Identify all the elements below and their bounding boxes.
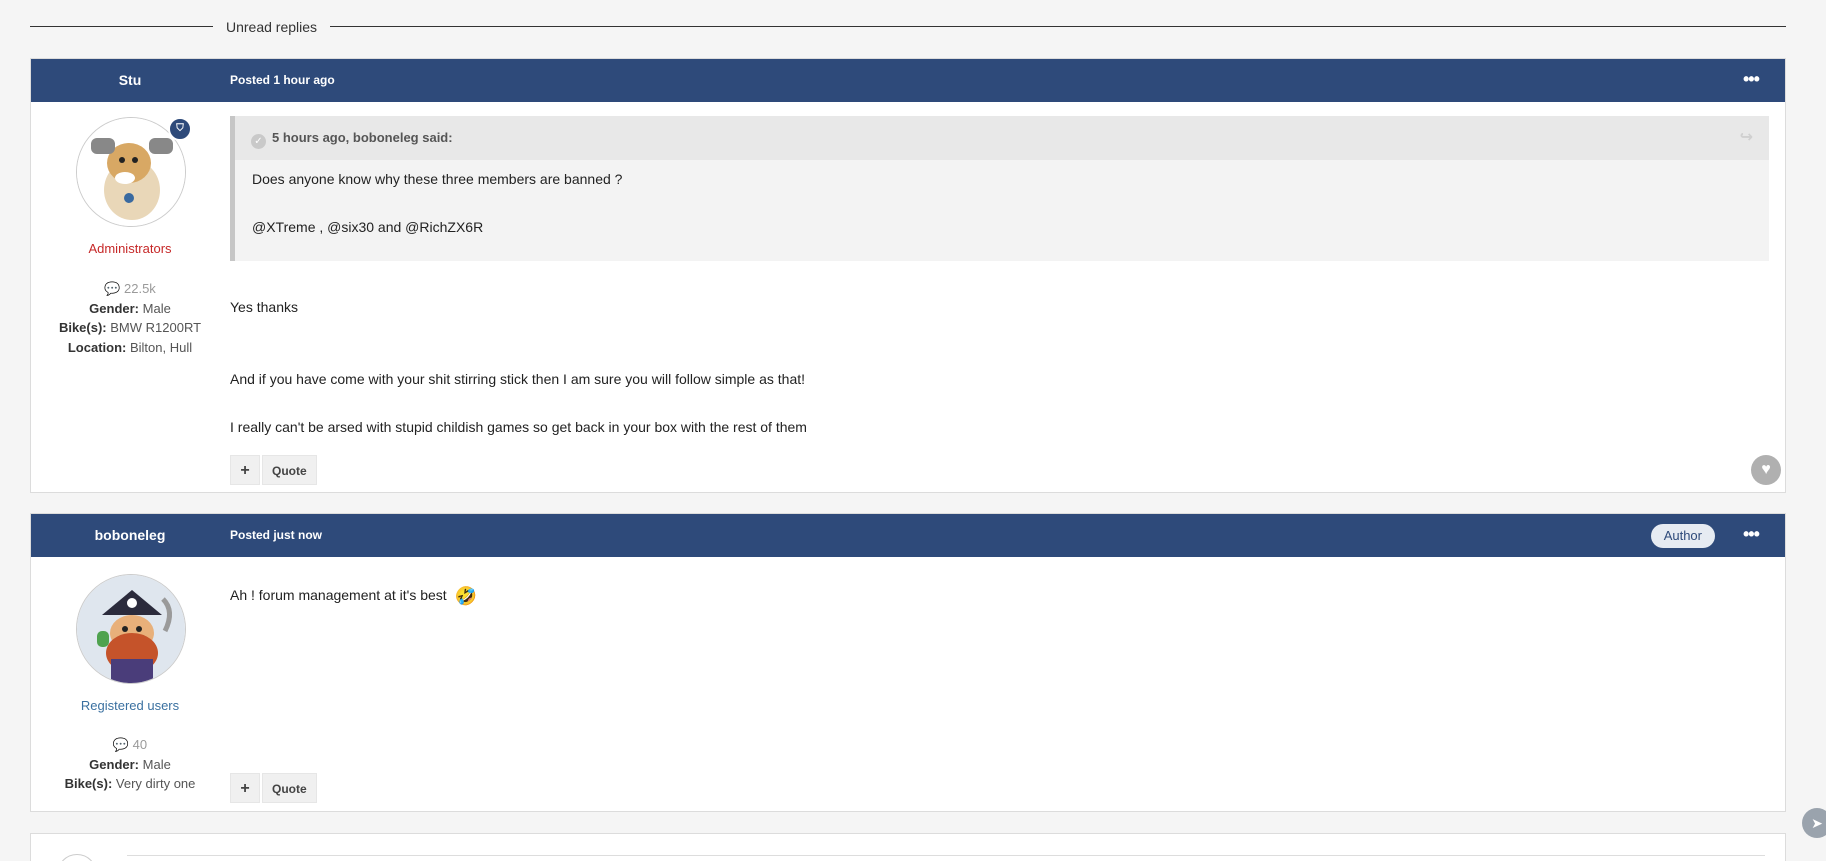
unread-replies-divider: Unread replies (30, 0, 1786, 58)
user-group[interactable]: Registered users (31, 698, 229, 713)
shield-icon: ⛉ (168, 117, 192, 141)
editor-toolbar[interactable] (127, 855, 1765, 856)
post-body: Ah ! forum management at it's best 🤣 (230, 586, 1769, 607)
field-bikes: Bike(s): Very dirty one (64, 776, 196, 791)
heart-icon[interactable]: ♥ (1751, 455, 1781, 485)
post-header: Stu Posted 1 hour ago ••• (31, 59, 1785, 102)
rofl-emoji-icon: 🤣 (454, 586, 478, 606)
post-body-line: I really can't be arsed with stupid chil… (230, 419, 807, 435)
author-stats: 💬 40 Gender: Male Bike(s): Very dirty on… (31, 735, 229, 794)
avatar (57, 854, 97, 861)
quote-citation: 5 hours ago, boboneleg said: (272, 130, 453, 145)
avatar-image (77, 575, 185, 683)
author-badge: Author (1650, 524, 1715, 548)
quote-body: Does anyone know why these three members… (235, 160, 1769, 267)
post-count[interactable]: 💬 40 (31, 735, 229, 755)
quote-line-mentions[interactable]: @XTreme , @six30 and @RichZX6R (252, 219, 1752, 267)
post-header: boboneleg Posted just now Author ••• (31, 514, 1785, 557)
comment-icon: 💬 (112, 737, 133, 752)
author-stats: 💬 22.5k Gender: Male Bike(s): BMW R1200R… (31, 279, 229, 357)
divider-label: Unread replies (213, 19, 331, 35)
field-bikes: Bike(s): BMW R1200RT (58, 320, 202, 335)
quote-line: Does anyone know why these three members… (252, 171, 623, 187)
post-date-link[interactable]: Posted 1 hour ago (230, 59, 335, 102)
quote-button[interactable]: Quote (262, 455, 317, 485)
post-body-line: Yes thanks (230, 299, 298, 315)
post-actions: + Quote (230, 455, 319, 485)
ellipsis-icon[interactable]: ••• (1743, 525, 1760, 543)
multiquote-button[interactable]: + (230, 773, 260, 803)
post-actions: + Quote (230, 773, 319, 803)
ellipsis-icon[interactable]: ••• (1743, 70, 1760, 88)
post-body-line: Ah ! forum management at it's best (230, 587, 447, 603)
multiquote-button[interactable]: + (230, 455, 260, 485)
post-count[interactable]: 💬 22.5k (31, 279, 229, 299)
post-body-line: And if you have come with your shit stir… (230, 371, 806, 387)
field-location: Location: Bilton, Hull (67, 339, 193, 355)
arrow-up-icon[interactable]: ➤ (1802, 808, 1826, 838)
author-name-link[interactable]: boboneleg (31, 514, 229, 557)
author-name-link[interactable]: Stu (31, 59, 229, 102)
post-stu: Stu Posted 1 hour ago ••• ⛉ Administrato… (30, 58, 1786, 493)
field-gender: Gender: Male (89, 300, 171, 316)
reply-editor-card (30, 833, 1786, 861)
comment-icon: 💬 (104, 281, 124, 296)
field-gender: Gender: Male (89, 756, 171, 772)
quoted-post: ✓ 5 hours ago, boboneleg said: ↪ Does any… (230, 116, 1769, 261)
post-boboneleg: boboneleg Posted just now Author ••• Reg… (30, 513, 1786, 812)
avatar[interactable] (76, 574, 186, 684)
quote-header[interactable]: ✓ 5 hours ago, boboneleg said: ↪ (235, 116, 1769, 160)
check-circle-icon[interactable]: ✓ (251, 134, 266, 149)
share-icon[interactable]: ↪ (1740, 116, 1753, 160)
quote-button[interactable]: Quote (262, 773, 317, 803)
user-group[interactable]: Administrators (31, 241, 229, 256)
post-date-link[interactable]: Posted just now (230, 514, 322, 557)
